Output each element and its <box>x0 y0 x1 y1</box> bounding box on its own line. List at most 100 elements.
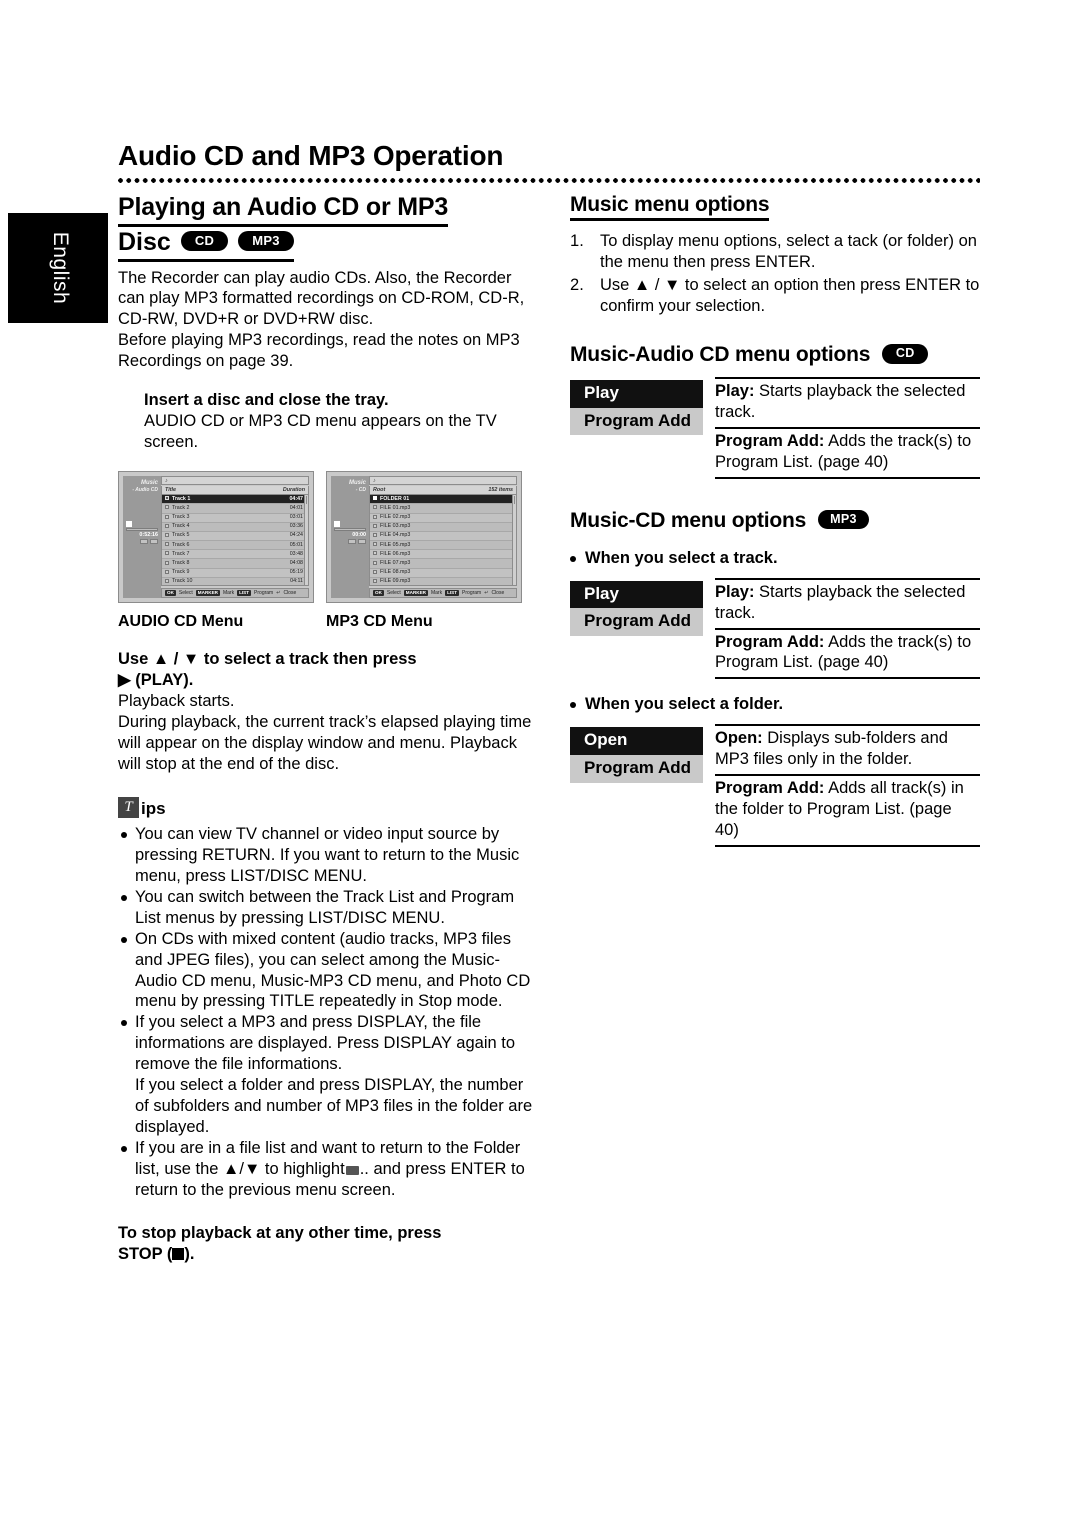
next-icon <box>358 539 366 545</box>
insert-disc-body: AUDIO CD or MP3 CD menu appears on the T… <box>144 412 497 452</box>
mp3-badge: MP3 <box>238 231 294 251</box>
language-tab-label: English <box>48 231 72 305</box>
playback-detail-text: During playback, the current track’s ela… <box>118 712 532 773</box>
option-program-add-button[interactable]: Program Add <box>570 755 703 783</box>
audio-cd-list-header: Title Duration <box>161 486 309 496</box>
audio-cd-scrollbar[interactable] <box>304 495 308 586</box>
marker-key-label: Mark <box>430 590 443 597</box>
list-item: On CDs with mixed content (audio tracks,… <box>118 929 538 1013</box>
dotted-divider <box>118 178 980 185</box>
folder-icon <box>373 496 377 501</box>
list-item-label: Track 10 <box>165 577 192 585</box>
section-heading-line2: Disc <box>118 227 171 256</box>
checkbox-icon <box>373 560 377 565</box>
list-item-label: FILE 02.mp3 <box>373 513 410 522</box>
list-item-label: FILE 08.mp3 <box>373 568 410 577</box>
mp3-cd-progress-bar <box>334 528 366 532</box>
mp3-cd-progress: 00:00 <box>334 521 366 546</box>
intro-paragraph: The Recorder can play audio CDs. Also, t… <box>118 268 525 329</box>
audio-cd-sidebar-subtitle: - Audio CD <box>132 487 158 494</box>
mp3-folder-options-keys: Open Program Add <box>570 724 703 847</box>
mp3-cd-main: ♪ Root 152 items FOLDER 01 FILE 01.mp3 FIL… <box>369 476 517 599</box>
option-description: Play: Starts playback the selected track… <box>715 577 980 628</box>
option-play-button[interactable]: Play <box>570 379 703 408</box>
two-column-body: Playing an Audio CD or MP3 Disc CD MP3 T… <box>118 193 980 1265</box>
audio-cd-menu-caption: AUDIO CD Menu <box>118 613 244 631</box>
tips-icon: T <box>118 796 139 818</box>
mp3-badge: MP3 <box>818 509 869 530</box>
option-term: Program Add: <box>715 431 825 450</box>
audio-cd-menu-screenshot: Music - Audio CD 0:52:16 ♪ Title Duratio… <box>118 471 314 604</box>
tips-heading: T ips <box>118 796 538 818</box>
osd-captions: AUDIO CD Menu MP3 CD Menu <box>118 613 538 631</box>
bullet-icon <box>570 702 576 709</box>
language-tab: English <box>8 213 108 323</box>
mp3-cd-options-heading-row: Music-CD menu options MP3 <box>570 509 980 533</box>
list-item[interactable]: FILE 09.mp3 <box>370 577 516 586</box>
mp3-cd-scrollbar[interactable] <box>512 495 516 586</box>
option-description: Program Add: Adds all track(s) in the fo… <box>715 774 980 848</box>
list-key-label: Program <box>254 590 274 597</box>
when-select-track-bullet: When you select a track. <box>570 549 980 568</box>
list-item-label: Track 2 <box>165 504 189 513</box>
mp3-folder-options-descriptions: Open: Displays sub-folders and MP3 files… <box>703 724 980 848</box>
list-item-label: FILE 04.mp3 <box>373 531 410 540</box>
option-play-button[interactable]: Play <box>570 580 703 609</box>
option-term: Play: <box>715 381 755 400</box>
list-item[interactable]: Track 10 04:11 <box>162 577 308 586</box>
audio-cd-rows: Track 1 04:47 Track 2 04:01 Track 3 03:01 Trac… <box>162 495 308 586</box>
mp3-cd-col-root: Root <box>373 487 386 494</box>
checkbox-icon <box>373 551 377 556</box>
insert-disc-heading: Insert a disc and close the tray. <box>144 391 389 410</box>
manual-page: English Audio CD and MP3 Operation Playi… <box>0 0 1080 1528</box>
playback-starts-text: Playback starts. <box>118 692 235 711</box>
tip-text-secondary: If you select a folder and press DISPLAY… <box>135 1076 533 1137</box>
audio-cd-options-heading-row: Music-Audio CD menu options CD <box>570 343 980 367</box>
mp3-cd-menu-screenshot: Music - CD 00:00 ♪ Root 152 items FOLDER… <box>326 471 522 604</box>
list-key: LIST <box>445 589 460 597</box>
list-item-duration: 05:19 <box>289 569 303 576</box>
audio-cd-progress: 0:52:16 <box>126 521 158 546</box>
mp3-cd-sidebar: Music - CD 00:00 <box>331 476 369 599</box>
audio-cd-main: ♪ Title Duration Track 1 04:47 Track 2 04:0… <box>161 476 309 599</box>
bullet-icon <box>570 555 576 562</box>
option-description: Play: Starts playback the selected track… <box>715 376 980 427</box>
audio-cd-col-duration: Duration <box>282 487 305 494</box>
prev-icon <box>347 539 356 545</box>
mp3-cd-item-count: 152 items <box>488 487 513 494</box>
option-term: Play: <box>715 582 755 601</box>
tip-folder-return: If you are in a file list and want to re… <box>135 1138 538 1201</box>
audio-cd-track-list: Track 1 04:47 Track 2 04:01 Track 3 03:01 Trac… <box>161 495 309 587</box>
option-description: Open: Displays sub-folders and MP3 files… <box>715 724 980 774</box>
option-open-button[interactable]: Open <box>570 727 703 756</box>
list-item-label: FILE 06.mp3 <box>373 550 410 559</box>
mp3-cd-elapsed-time: 00:00 <box>352 532 366 539</box>
mp3-track-options-table: Play Program Add Play: Starts playback t… <box>570 577 980 680</box>
stop-playback-line1: To stop playback at any other time, pres… <box>118 1224 442 1242</box>
option-program-add-button[interactable]: Program Add <box>570 407 703 436</box>
audio-cd-transport-icons <box>126 539 158 546</box>
when-select-track-label: When you select a track. <box>585 548 778 567</box>
left-column: Playing an Audio CD or MP3 Disc CD MP3 T… <box>118 193 538 1265</box>
play-instruction-line1: Use ▲ / ▼ to select a track then press <box>118 650 417 669</box>
list-item-label: FILE 07.mp3 <box>373 559 410 568</box>
checkbox-icon <box>373 523 377 528</box>
stop-playback-line2: STOP ( <box>118 1244 173 1263</box>
close-key-label: Close <box>491 590 505 597</box>
insert-disc-step: Insert a disc and close the tray. AUDIO … <box>144 390 538 453</box>
checkbox-icon <box>165 514 169 519</box>
list-item: If you select a MP3 and press DISPLAY, t… <box>118 1012 538 1138</box>
list-item: You can switch between the Track List an… <box>118 887 538 929</box>
checkbox-icon <box>165 569 169 574</box>
list-item-label: Track 6 <box>165 541 189 550</box>
music-menu-options-heading: Music menu options <box>570 193 770 221</box>
intro-paragraph-2: Before playing MP3 recordings, read the … <box>118 331 520 371</box>
music-menu-options-steps: To display menu options, select a tack (… <box>570 231 980 317</box>
list-item-label: Track 3 <box>165 513 189 522</box>
list-item: To display menu options, select a tack (… <box>570 231 977 271</box>
option-description: Program Add: Adds the track(s) to Progra… <box>715 627 980 680</box>
mp3-cd-list-header: Root 152 items <box>369 486 517 496</box>
close-key-label: Close <box>283 590 297 597</box>
ok-key: OK <box>373 589 384 597</box>
option-program-add-button[interactable]: Program Add <box>570 608 703 636</box>
